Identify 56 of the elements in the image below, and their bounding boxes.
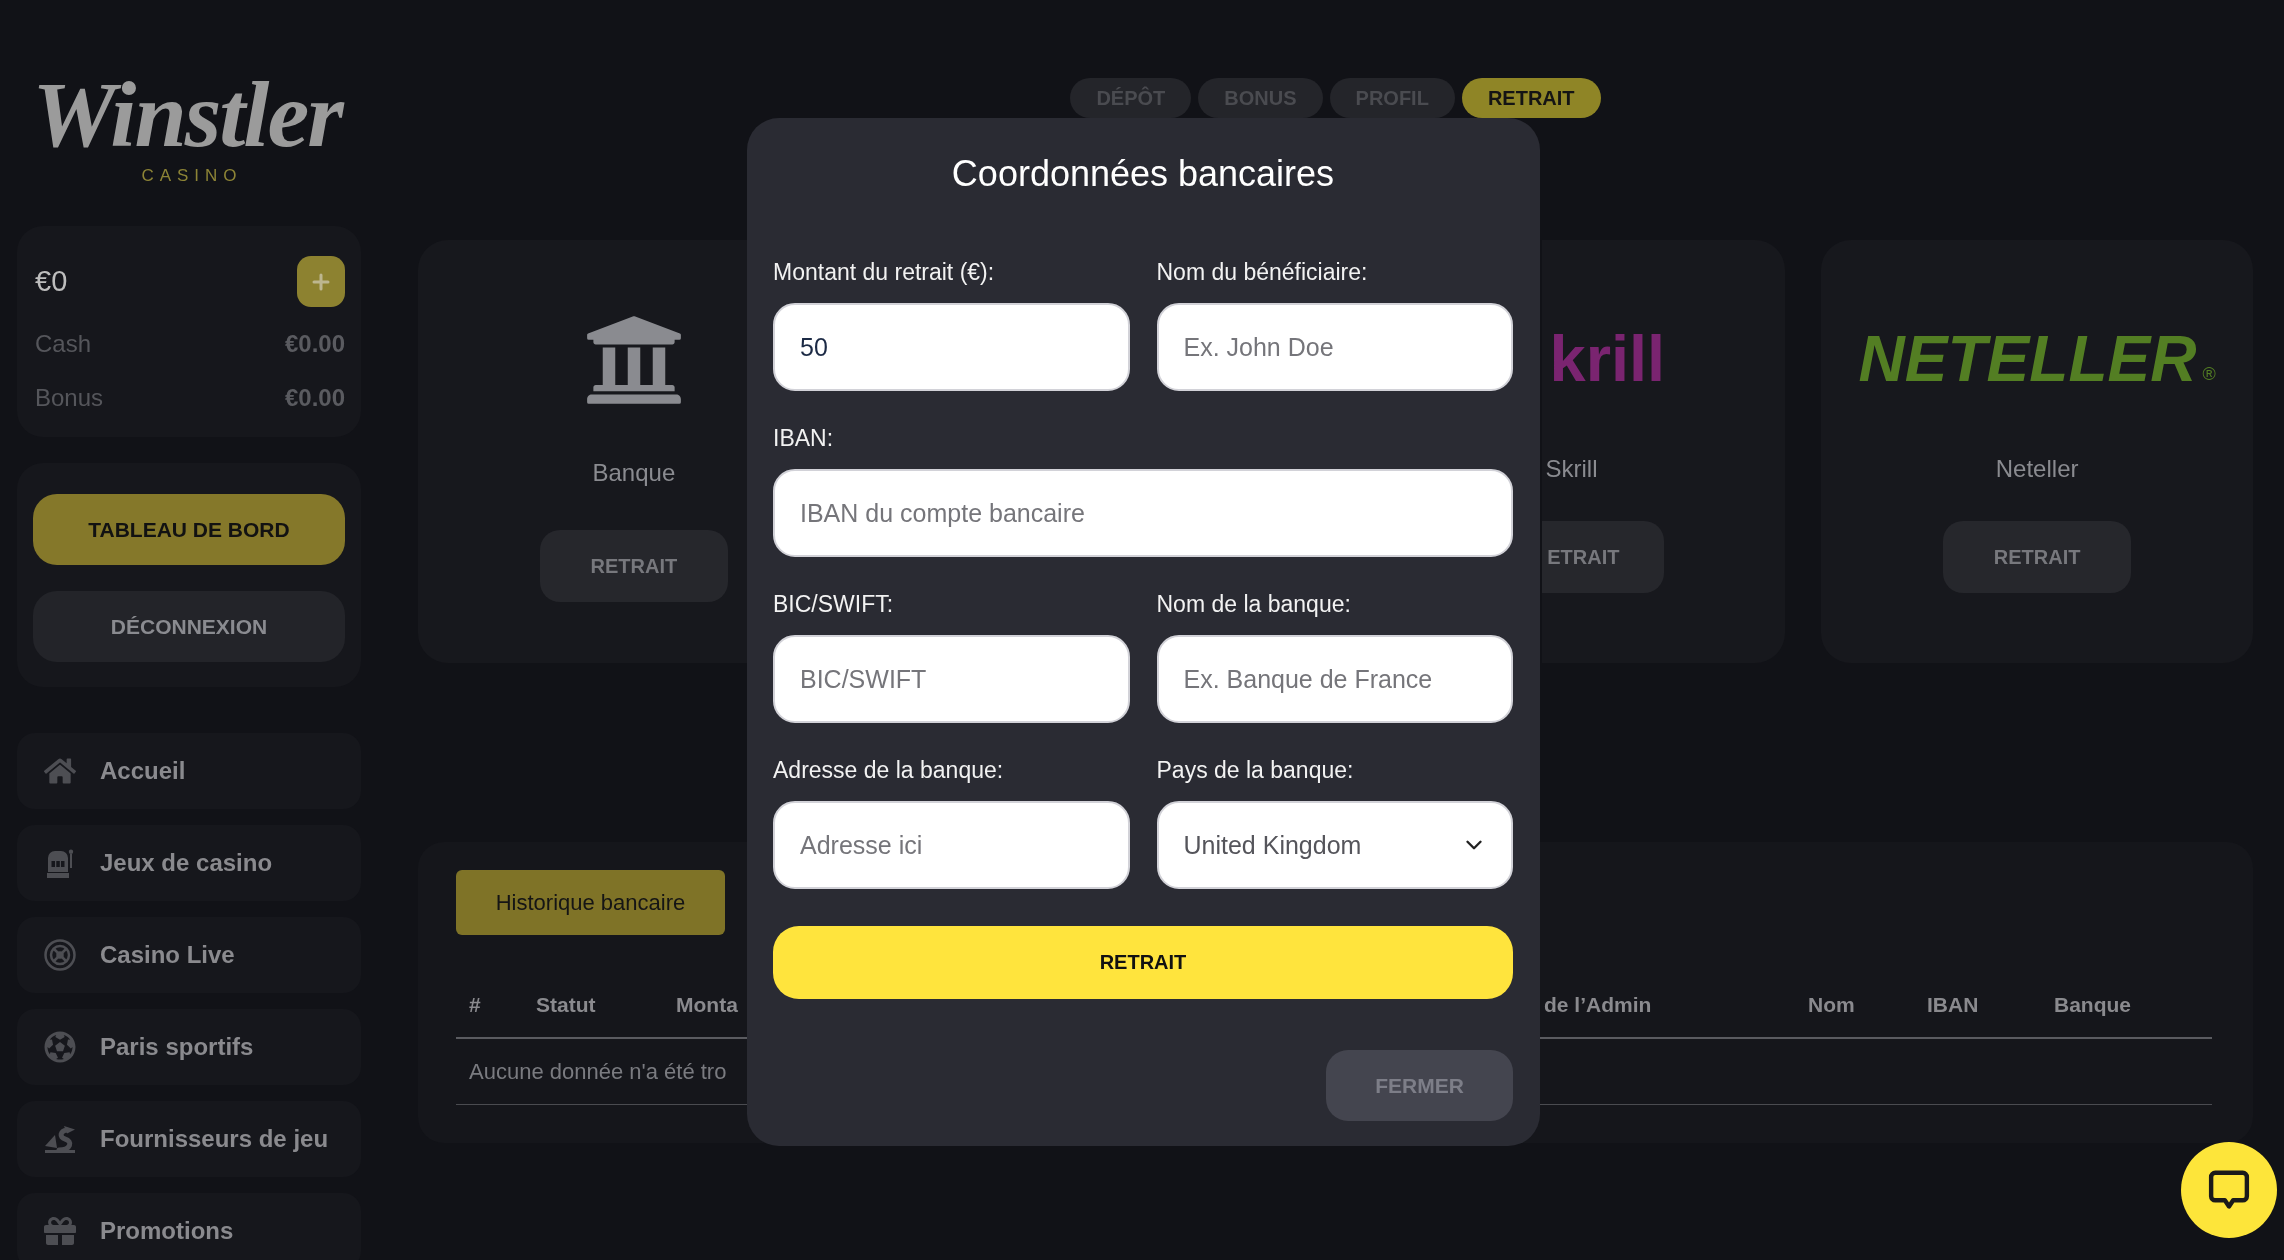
field-label: BIC/SWIFT:: [773, 590, 894, 619]
balance-value: €0.00: [284, 329, 345, 359]
balance-label: Bonus: [35, 383, 104, 413]
dragon-icon: [44, 1123, 76, 1155]
field-label: Nom du bénéficiaire:: [1156, 258, 1368, 287]
add-funds-button[interactable]: [297, 256, 345, 307]
dashboard-button[interactable]: TABLEAU DE BORD: [33, 494, 345, 565]
slot-machine-icon: [44, 847, 76, 879]
sidebar-item[interactable]: Accueil: [17, 733, 361, 809]
neteller-logo: NETELLER: [1858, 328, 2197, 390]
field-label: Pays de la banque:: [1156, 756, 1354, 785]
field-label: Montant du retrait (€):: [773, 258, 995, 287]
column-header: Banque: [2054, 992, 2131, 1018]
withdraw-button[interactable]: RETRAIT: [1943, 521, 2132, 593]
sidebar-item[interactable]: Fournisseurs de jeu: [17, 1101, 361, 1177]
input-field[interactable]: BIC/SWIFT: [773, 635, 1130, 723]
gift-icon: [44, 1215, 76, 1247]
chat-bubble-icon: [2207, 1168, 2251, 1212]
input-field[interactable]: Ex. Banque de France: [1156, 635, 1513, 723]
sidebar-item[interactable]: Promotions: [17, 1193, 361, 1260]
roulette-wheel-icon: [44, 939, 76, 971]
column-header: Monta: [676, 992, 738, 1018]
sidebar-item[interactable]: Paris sportifs: [17, 1009, 361, 1085]
casino-logo: Winstler: [32, 66, 345, 162]
input-field[interactable]: Adresse ici: [773, 801, 1130, 889]
field-label: Nom de la banque:: [1156, 590, 1351, 619]
method-label: Skrill: [1545, 454, 1598, 484]
method-label: Neteller: [1995, 454, 2079, 484]
input-field[interactable]: 50: [773, 303, 1130, 391]
logo-tagline: CASINO: [140, 166, 243, 186]
withdraw-button[interactable]: RETRAIT: [539, 530, 728, 602]
skrill-logo: krill: [1549, 328, 1666, 390]
withdraw-button[interactable]: ETRAIT: [1541, 521, 1664, 593]
column-header: #: [469, 992, 481, 1018]
balance-label: Cash: [35, 329, 92, 359]
empty-table-message: Aucune donnée n'a été tro: [469, 1058, 727, 1085]
withdraw-submit-button[interactable]: RETRAIT: [773, 926, 1513, 999]
column-header: Nom: [1808, 992, 1855, 1018]
history-tab[interactable]: Historique bancaire: [456, 870, 725, 935]
method-label: Banque: [592, 458, 676, 488]
tab[interactable]: RETRAIT: [1461, 78, 1601, 118]
sidebar-item[interactable]: Casino Live: [17, 917, 361, 993]
input-field[interactable]: IBAN du compte bancaire: [773, 469, 1513, 557]
logout-button[interactable]: DÉCONNEXION: [33, 591, 345, 662]
registered-mark: ®: [2202, 364, 2216, 384]
balance-value: €0.00: [284, 383, 345, 413]
field-label: Adresse de la banque:: [773, 756, 1004, 785]
balance-total: €0: [35, 265, 68, 298]
country-select[interactable]: United Kingdom: [1156, 801, 1513, 889]
column-header: IBAN: [1927, 992, 1979, 1018]
column-header: Statut: [536, 992, 596, 1018]
input-field[interactable]: Ex. John Doe: [1156, 303, 1513, 391]
dialog-title: Coordonnées bancaires: [951, 152, 1335, 196]
column-header: de l’Admin: [1544, 992, 1652, 1018]
sidebar-item[interactable]: Jeux de casino: [17, 825, 361, 901]
field-label: IBAN:: [773, 424, 834, 453]
